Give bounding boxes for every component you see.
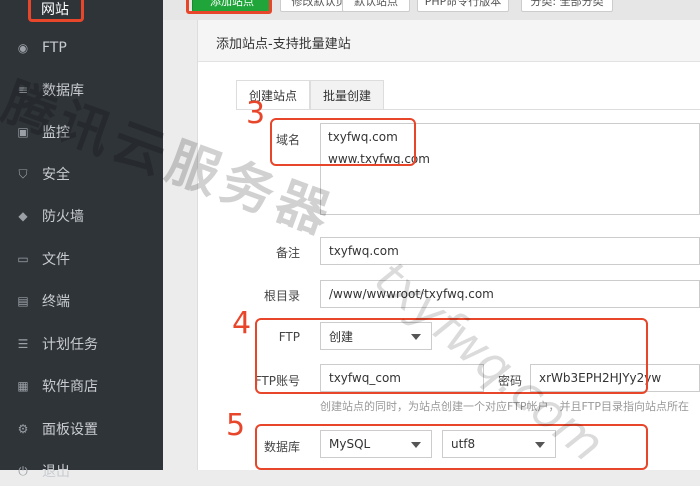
sidebar: 网站 ◉ FTP ≡ 数据库 ▣ 监控 ⛉ 安全 ◆ 防火墙 ▭ 文件 ▤ 终端…	[0, 0, 163, 480]
sidebar-item-label: 文件	[42, 252, 70, 268]
annotation-step-4: 4	[232, 306, 252, 341]
database-icon: ≡	[17, 83, 29, 97]
sidebar-item-label: 软件商店	[42, 379, 98, 395]
shield-icon: ⛉	[18, 166, 28, 181]
sidebar-item-firewall[interactable]: ◆ 防火墙	[0, 201, 163, 231]
annotation-box-domain	[270, 118, 416, 166]
sidebar-item-website[interactable]: 网站	[0, 0, 163, 22]
monitor-icon: ▣	[17, 125, 29, 139]
annotation-step-5: 5	[226, 408, 246, 443]
settings-icon: ⚙	[17, 422, 29, 436]
sidebar-item-label: 终端	[42, 294, 70, 310]
sidebar-item-monitor[interactable]: ▣ 监控	[0, 117, 163, 147]
sidebar-item-label: 安全	[42, 167, 70, 183]
sidebar-item-label: FTP	[42, 40, 67, 56]
root-input[interactable]: /www/wwwroot/txyfwq.com	[320, 280, 700, 308]
annotation-step-3: 3	[246, 96, 266, 131]
tab-batch-create[interactable]: 批量创建	[310, 80, 384, 110]
remark-input[interactable]: txyfwq.com	[320, 237, 700, 265]
root-label: 根目录	[263, 289, 300, 303]
sidebar-item-label: 数据库	[42, 83, 84, 99]
default-site-button[interactable]: 默认站点	[342, 0, 410, 12]
sidebar-item-database[interactable]: ≡ 数据库	[0, 75, 163, 105]
add-site-highlight	[186, 0, 272, 14]
logout-icon: ⏻	[18, 463, 28, 478]
ftp-hint: 创建站点的同时，为站点创建一个对应FTP帐户，并且FTP目录指向站点所在	[320, 400, 689, 413]
sidebar-item-terminal[interactable]: ▤ 终端	[0, 286, 163, 316]
ftp-icon: ◉	[17, 41, 29, 55]
sidebar-item-label: 面板设置	[42, 422, 98, 438]
sidebar-item-cron[interactable]: ☰ 计划任务	[0, 329, 163, 359]
annotation-box-ftp	[255, 318, 648, 394]
tab-divider	[236, 109, 700, 110]
terminal-icon: ▤	[17, 294, 29, 308]
sidebar-item-label: 退出	[42, 464, 70, 480]
sidebar-item-logout[interactable]: ⏻ 退出	[0, 456, 163, 486]
sidebar-item-settings[interactable]: ⚙ 面板设置	[0, 414, 163, 444]
dialog-header: 添加站点-支持批量建站	[198, 20, 700, 62]
dialog-title: 添加站点-支持批量建站	[216, 37, 351, 52]
folder-icon: ▭	[17, 252, 29, 266]
php-cli-button[interactable]: PHP命令行版本	[417, 0, 509, 12]
sidebar-item-label: 计划任务	[42, 337, 98, 353]
annotation-box-database	[255, 424, 648, 470]
remark-label: 备注	[275, 246, 300, 260]
firewall-icon: ◆	[18, 209, 28, 223]
sidebar-item-security[interactable]: ⛉ 安全	[0, 159, 163, 189]
category-select[interactable]: 分类: 全部分类	[521, 0, 613, 12]
sidebar-item-store[interactable]: ▦ 软件商店	[0, 371, 163, 401]
store-icon: ▦	[17, 379, 29, 393]
sidebar-item-ftp[interactable]: ◉ FTP	[0, 33, 163, 63]
sidebar-item-files[interactable]: ▭ 文件	[0, 244, 163, 274]
sidebar-item-label: 监控	[42, 125, 70, 141]
active-highlight: 网站	[28, 0, 84, 22]
task-icon: ☰	[17, 337, 29, 351]
sidebar-item-label: 网站	[41, 2, 69, 18]
sidebar-item-label: 防火墙	[42, 209, 84, 225]
